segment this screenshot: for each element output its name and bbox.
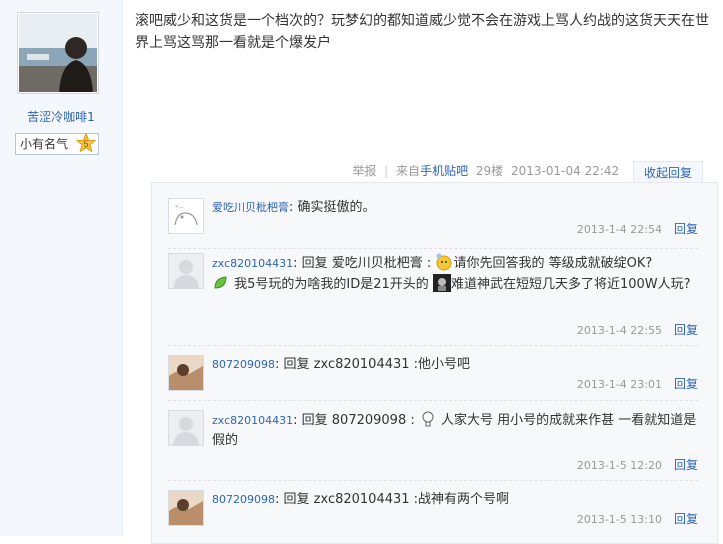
colon: : [275,357,280,372]
reply-thread: ヾ... 爱吃川贝枇杷膏: 确实挺傲的。 2013-1-4 22:54 回复 zx… [151,182,718,544]
reply-text: 回复 爱吃川贝枇杷膏 : [301,256,432,271]
svg-text:ヾ...: ヾ... [174,204,184,210]
from-label: 来自 [396,164,421,178]
thinking-emoji-icon [436,253,452,271]
avatar[interactable] [168,355,204,391]
reply-button[interactable]: 回复 [674,512,698,526]
collapse-replies-button[interactable]: 收起回复 [632,161,703,184]
post-time: 2013-01-04 22:42 [511,164,620,178]
reply-text: 难道神武在短短几天多了将近100W人玩? [450,277,691,292]
reply-text: 回复 zxc820104431 :他小号吧 [283,357,471,372]
colon: : [275,492,280,507]
reply-text: 回复 zxc820104431 :战神有两个号啊 [283,492,510,507]
colon: : [293,256,298,271]
author-avatar[interactable] [17,12,99,94]
reply-meta: 2013-1-4 22:55 回复 [577,321,698,338]
reply-time: 2013-1-4 22:54 [576,223,662,236]
colon: : [289,200,294,215]
reply-username[interactable]: zxc820104431 [212,257,293,270]
level-star-icon: 5 [76,133,96,153]
dark-face-emoji-icon [432,274,451,292]
avatar[interactable] [168,410,204,446]
source-link[interactable]: 手机贴吧 [420,164,468,178]
reply-time: 2013-1-5 12:20 [576,459,662,472]
rank-badge[interactable]: 小有名气 5 [15,133,99,155]
list-item: 807209098: 回复 zxc820104431 :战神有两个号啊 2013… [168,490,698,536]
list-item: 807209098: 回复 zxc820104431 :他小号吧 2013-1-… [168,355,698,401]
reply-text: 确实挺傲的。 [297,200,376,215]
avatar[interactable] [168,253,204,289]
reply-username[interactable]: zxc820104431 [212,414,293,427]
floor-number: 29楼 [475,164,504,178]
reply-time: 2013-1-4 23:01 [576,378,662,391]
avatar[interactable]: ヾ... [168,198,204,234]
reply-meta: 2013-1-4 23:01 回复 [577,375,698,392]
reply-username[interactable]: 807209098 [212,493,275,506]
reply-button[interactable]: 回复 [674,377,698,391]
reply-time: 2013-1-5 13:10 [576,513,662,526]
green-leaf-emoji-icon [214,276,227,289]
reply-meta: 2013-1-4 22:54 回复 [577,220,698,237]
reply-meta: 2013-1-5 12:20 回复 [577,456,698,473]
rank-level: 5 [83,139,88,149]
reply-meta: 2013-1-5 13:10 回复 [577,510,698,527]
reply-username[interactable]: 爱吃川贝枇杷膏 [212,201,289,214]
reply-text: 请你先回答我的 等级成就破绽OK? [453,256,653,271]
list-item: zxc820104431: 回复 爱吃川贝枇杷膏 : 请你先回答我的 等级成就破… [168,253,698,346]
reply-text: 我5号玩的为啥我的ID是21开头的 [234,277,429,292]
avatar[interactable] [168,490,204,526]
post-content: 滚吧威少和这货是一个档次的？玩梦幻的都知道威少觉不会在游戏上骂人约战的这货天天在… [135,13,709,51]
rank-label: 小有名气 [20,137,69,151]
reply-text: 回复 807209098 : [301,413,415,428]
lightbulb-emoji-icon [422,411,434,427]
list-item: zxc820104431: 回复 807209098 : 人家大号 用小号的成就… [168,410,698,481]
author-sidebar: 苦涩冷咖啡1 小有名气 5 [0,0,123,536]
reply-username[interactable]: 807209098 [212,358,275,371]
reply-time: 2013-1-4 22:55 [576,324,662,337]
divider: | [384,164,389,178]
report-link[interactable]: 举报 [352,164,376,178]
reply-button[interactable]: 回复 [674,222,698,236]
reply-button[interactable]: 回复 [674,323,698,337]
list-item: ヾ... 爱吃川贝枇杷膏: 确实挺傲的。 2013-1-4 22:54 回复 [168,198,698,249]
post-meta: 举报 | 来自手机贴吧 29楼 2013-01-04 22:42 收起回复 [352,159,703,184]
reply-button[interactable]: 回复 [674,458,698,472]
colon: : [293,413,298,428]
author-username[interactable]: 苦涩冷咖啡1 [0,108,122,125]
